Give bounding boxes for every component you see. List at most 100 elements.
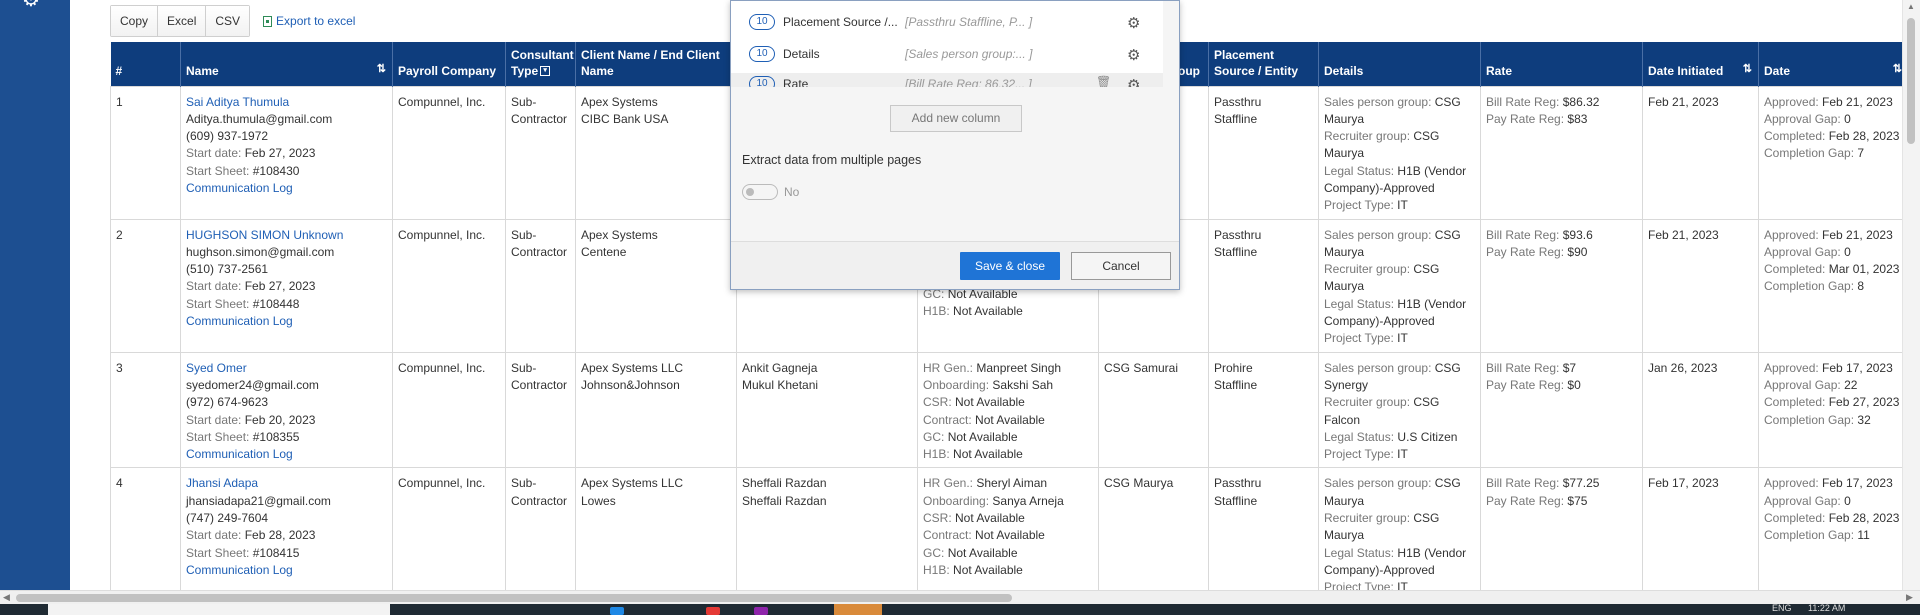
cell-rate: Bill Rate Reg: $77.25 Pay Rate Reg: $75 xyxy=(1480,467,1643,590)
bill-rate-value: $7 xyxy=(1562,360,1577,375)
scroll-up-arrow-icon[interactable]: ▲ xyxy=(1907,2,1915,11)
column-name: Placement Source /... xyxy=(783,15,898,29)
taskbar-app-icon[interactable] xyxy=(706,607,720,615)
end-client-name: Lowes xyxy=(581,493,616,508)
horizontal-scrollbar[interactable]: ◀ ▶ xyxy=(0,590,1920,604)
header-date[interactable]: Date ⇅ xyxy=(1758,42,1902,86)
sales-person-group-label: Sales person group: xyxy=(1324,227,1432,242)
cell-line: Sales person group: CSG xyxy=(1324,360,1475,377)
candidate-name-link[interactable]: Jhansi Adapa xyxy=(186,475,387,492)
date-initiated: Jan 26, 2023 xyxy=(1648,360,1718,375)
legal-status-cont: Company)-Approved xyxy=(1324,180,1435,195)
table-toolbar: Copy Excel CSV Export to excel xyxy=(110,5,355,37)
recruiter-group-cont: Falcon xyxy=(1324,412,1361,427)
scroll-right-arrow-icon[interactable]: ▶ xyxy=(1906,592,1913,603)
sales-person-group-label: Sales person group: xyxy=(1324,476,1432,491)
start-date-label: Start date: xyxy=(186,146,242,161)
communication-log-link[interactable]: Communication Log xyxy=(186,446,387,463)
communication-log-link[interactable]: Communication Log xyxy=(186,313,387,330)
taskbar-active-app[interactable] xyxy=(834,604,882,615)
column-row[interactable]: 10 Placement Source /... [Passthru Staff… xyxy=(731,11,1163,33)
onboarding-value: Sanya Arneja xyxy=(992,493,1064,508)
export-to-excel-link[interactable]: Export to excel xyxy=(263,14,355,28)
taskbar-clock[interactable]: 11:22 AM xyxy=(1808,604,1845,613)
cancel-button[interactable]: Cancel xyxy=(1071,252,1171,280)
cell-name: Jhansi Adapa jhansiadapa21@gmail.com (747)… xyxy=(180,467,393,590)
cell-payroll: Compunnel, Inc. xyxy=(392,85,506,220)
start-date-value: Feb 27, 2023 xyxy=(244,279,316,294)
sort-icon[interactable]: ⇅ xyxy=(377,61,386,77)
sales-person-group-value: CSG xyxy=(1434,476,1461,491)
payroll-company: Compunnel, Inc. xyxy=(398,360,486,375)
header-consultant-type[interactable]: Consultant Type ▾ xyxy=(505,42,576,86)
candidate-name-link[interactable]: HUGHSON SIMON Unknown xyxy=(186,227,387,244)
completion-gap-value: 32 xyxy=(1857,412,1871,427)
copy-button[interactable]: Copy xyxy=(111,6,159,36)
project-type-value: IT xyxy=(1397,331,1408,346)
contract-label: Contract: xyxy=(923,528,972,543)
completion-gap-value: 8 xyxy=(1857,279,1865,294)
sales-person-group-cont: Maurya xyxy=(1324,111,1365,126)
header-name[interactable]: Name ⇅ xyxy=(180,42,393,86)
candidate-email: syedomer24@gmail.com xyxy=(186,377,319,392)
sidebar: ⚙ xyxy=(0,0,70,604)
table-row: 3 Syed Omer syedomer24@gmail.com (972) 674-… xyxy=(110,351,1902,469)
sort-icon[interactable]: ⇅ xyxy=(1893,61,1902,77)
taskbar-language[interactable]: ENG xyxy=(1772,604,1792,613)
gear-icon[interactable]: ⚙ xyxy=(1127,76,1140,87)
horizontal-scrollbar-thumb[interactable] xyxy=(16,594,1012,602)
sales-person-group-value: CSG xyxy=(1434,94,1461,109)
filter-icon[interactable]: ▾ xyxy=(540,66,551,77)
cell-line: Contract: Not Available xyxy=(923,527,1093,544)
cell-placement: Prohire Staffline xyxy=(1208,351,1319,469)
cell-line: Approved: Feb 21, 2023 xyxy=(1764,94,1902,111)
candidate-name-link[interactable]: Syed Omer xyxy=(186,360,387,377)
sort-icon[interactable]: ⇅ xyxy=(1743,61,1752,77)
end-client-name: Johnson&Johnson xyxy=(581,377,680,392)
taskbar-search-box[interactable] xyxy=(48,604,390,615)
vertical-scrollbar[interactable]: ▲ xyxy=(1902,0,1920,590)
cell-recruiter: Ankit Gagneja Mukul Khetani xyxy=(736,351,918,469)
location-group: CSG Samurai xyxy=(1104,360,1179,375)
column-row[interactable]: 10 Rate [Bill Rate Reg: 86.32... ] 🗑 ⚙ xyxy=(731,73,1163,87)
save-close-button[interactable]: Save & close xyxy=(960,252,1060,280)
sidebar-gear-icon[interactable]: ⚙ xyxy=(22,0,48,10)
add-new-column-button[interactable]: Add new column xyxy=(890,105,1022,132)
placement-entity: Staffline xyxy=(1214,244,1258,259)
h1b-value: Not Available xyxy=(953,562,1023,577)
consultant-type: Sub- xyxy=(511,476,537,491)
gc-value: Not Available xyxy=(947,545,1018,560)
excel-button[interactable]: Excel xyxy=(158,6,207,36)
multi-page-toggle[interactable] xyxy=(742,184,778,200)
csv-button[interactable]: CSV xyxy=(206,6,250,36)
header-date-initiated[interactable]: Date Initiated ⇅ xyxy=(1642,42,1759,86)
completion-gap-value: 7 xyxy=(1857,146,1865,161)
start-sheet-value: #108430 xyxy=(252,163,300,178)
gear-icon[interactable]: ⚙ xyxy=(1127,46,1140,64)
trash-icon[interactable]: 🗑 xyxy=(1096,75,1111,87)
scroll-left-arrow-icon[interactable]: ◀ xyxy=(3,592,10,603)
cell-name: Sai Aditya Thumula Aditya.thumula@gmail.c… xyxy=(180,85,393,220)
column-row[interactable]: 10 Details [Sales person group:... ] ⚙ xyxy=(731,43,1163,65)
hr-gen-value: Manpreet Singh xyxy=(976,360,1062,375)
taskbar-app-icon[interactable] xyxy=(754,607,768,615)
communication-log-link[interactable]: Communication Log xyxy=(186,562,387,579)
header-num: # xyxy=(110,42,181,86)
candidate-phone: (609) 937-1972 xyxy=(186,129,269,144)
recruiter-group-label: Recruiter group: xyxy=(1324,395,1411,410)
gear-icon[interactable]: ⚙ xyxy=(1127,14,1140,32)
completion-gap-label: Completion Gap: xyxy=(1764,412,1855,427)
consultant-type: Contractor xyxy=(511,493,568,508)
recruiter-group-cont: Maurya xyxy=(1324,279,1365,294)
taskbar-app-icon[interactable] xyxy=(610,607,624,615)
cell-line: Start Sheet: #108415 xyxy=(186,545,387,562)
vertical-scrollbar-thumb[interactable] xyxy=(1907,18,1915,144)
legal-status-value: H1B (Vendor xyxy=(1397,163,1467,178)
approval-gap-value: 22 xyxy=(1844,377,1858,392)
start-sheet-value: #108448 xyxy=(252,296,300,311)
communication-log-link[interactable]: Communication Log xyxy=(186,180,387,197)
start-date-label: Start date: xyxy=(186,528,242,543)
candidate-name-link[interactable]: Sai Aditya Thumula xyxy=(186,94,387,111)
cell-line: Legal Status: H1B (Vendor xyxy=(1324,163,1475,180)
cell-line: Bill Rate Reg: $93.6 xyxy=(1486,227,1637,244)
